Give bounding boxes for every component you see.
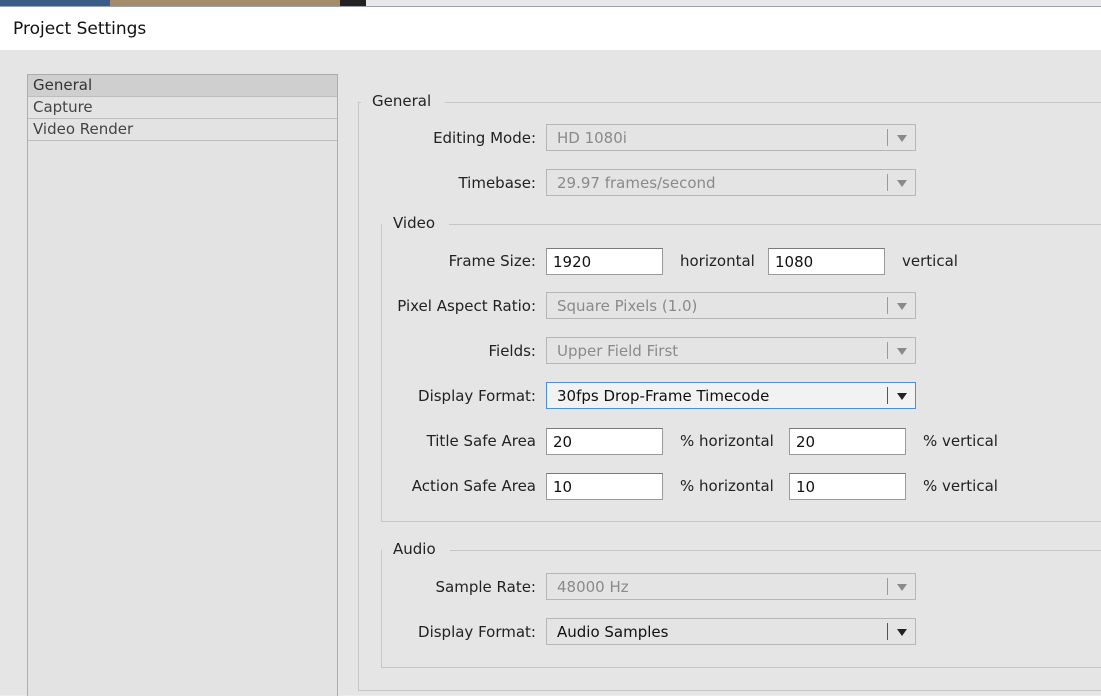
editing-mode-label: Editing Mode:	[433, 129, 536, 147]
chevron-down-icon	[897, 135, 907, 142]
action-safe-area-label: Action Safe Area	[411, 477, 536, 495]
frame-size-label: Frame Size:	[448, 252, 536, 270]
fields-label: Fields:	[488, 342, 537, 360]
select-separator	[887, 623, 888, 640]
select-separator	[887, 578, 888, 595]
title-safe-horizontal-input[interactable]: 20	[546, 428, 663, 455]
sample-rate-value: 48000 Hz	[557, 578, 629, 596]
timebase-label: Timebase:	[458, 174, 536, 192]
chevron-down-icon	[897, 180, 907, 187]
dialog-title: Project Settings	[13, 19, 147, 39]
chevron-down-icon	[897, 303, 907, 310]
chevron-down-icon	[897, 348, 907, 355]
select-separator	[887, 174, 888, 191]
select-separator	[887, 387, 888, 404]
chevron-down-icon	[897, 629, 907, 636]
video-display-format-label: Display Format:	[418, 387, 536, 405]
audio-display-format-select[interactable]: Audio Samples	[546, 618, 916, 645]
chevron-down-icon	[897, 584, 907, 591]
chevron-down-icon	[897, 393, 907, 400]
select-separator	[887, 297, 888, 314]
fields-value: Upper Field First	[557, 342, 679, 360]
audio-display-format-label: Display Format:	[418, 623, 536, 641]
frame-height-unit: vertical	[902, 252, 958, 270]
timebase-value: 29.97 frames/second	[557, 174, 716, 192]
sample-rate-label: Sample Rate:	[435, 578, 536, 596]
audio-display-format-value: Audio Samples	[557, 623, 669, 641]
nav-item-general[interactable]: General	[28, 75, 337, 97]
title-safe-horizontal-unit: % horizontal	[680, 432, 774, 450]
title-safe-area-label: Title Safe Area	[426, 432, 536, 450]
audio-group-title: Audio	[382, 540, 450, 558]
nav-item-capture[interactable]: Capture	[28, 97, 337, 119]
video-group-title: Video	[382, 214, 450, 232]
action-safe-vertical-input[interactable]: 10	[789, 473, 906, 500]
pixel-aspect-ratio-select[interactable]: Square Pixels (1.0)	[546, 292, 916, 319]
sample-rate-select[interactable]: 48000 Hz	[546, 573, 916, 600]
settings-nav-list: General Capture Video Render	[27, 74, 338, 696]
nav-item-video-render[interactable]: Video Render	[28, 119, 337, 141]
frame-width-unit: horizontal	[680, 252, 755, 270]
dialog-titlebar[interactable]: Project Settings	[0, 6, 1101, 51]
editing-mode-select[interactable]: HD 1080i	[546, 124, 916, 151]
editing-mode-value: HD 1080i	[557, 129, 627, 147]
video-display-format-select[interactable]: 30fps Drop-Frame Timecode	[546, 382, 916, 409]
dialog-content: General Capture Video Render General Edi…	[0, 50, 1101, 696]
select-separator	[887, 129, 888, 146]
pixel-aspect-ratio-label: Pixel Aspect Ratio:	[397, 297, 536, 315]
select-separator	[887, 342, 888, 359]
action-safe-horizontal-unit: % horizontal	[680, 477, 774, 495]
video-display-format-value: 30fps Drop-Frame Timecode	[557, 387, 770, 405]
action-safe-vertical-unit: % vertical	[923, 477, 998, 495]
general-group-title: General	[361, 92, 446, 110]
pixel-aspect-ratio-value: Square Pixels (1.0)	[557, 297, 698, 315]
frame-height-input[interactable]: 1080	[768, 248, 885, 275]
title-safe-vertical-input[interactable]: 20	[789, 428, 906, 455]
timebase-select[interactable]: 29.97 frames/second	[546, 169, 916, 196]
frame-width-input[interactable]: 1920	[546, 248, 663, 275]
action-safe-horizontal-input[interactable]: 10	[546, 473, 663, 500]
fields-select[interactable]: Upper Field First	[546, 337, 916, 364]
title-safe-vertical-unit: % vertical	[923, 432, 998, 450]
audio-group: Audio	[381, 540, 1101, 668]
